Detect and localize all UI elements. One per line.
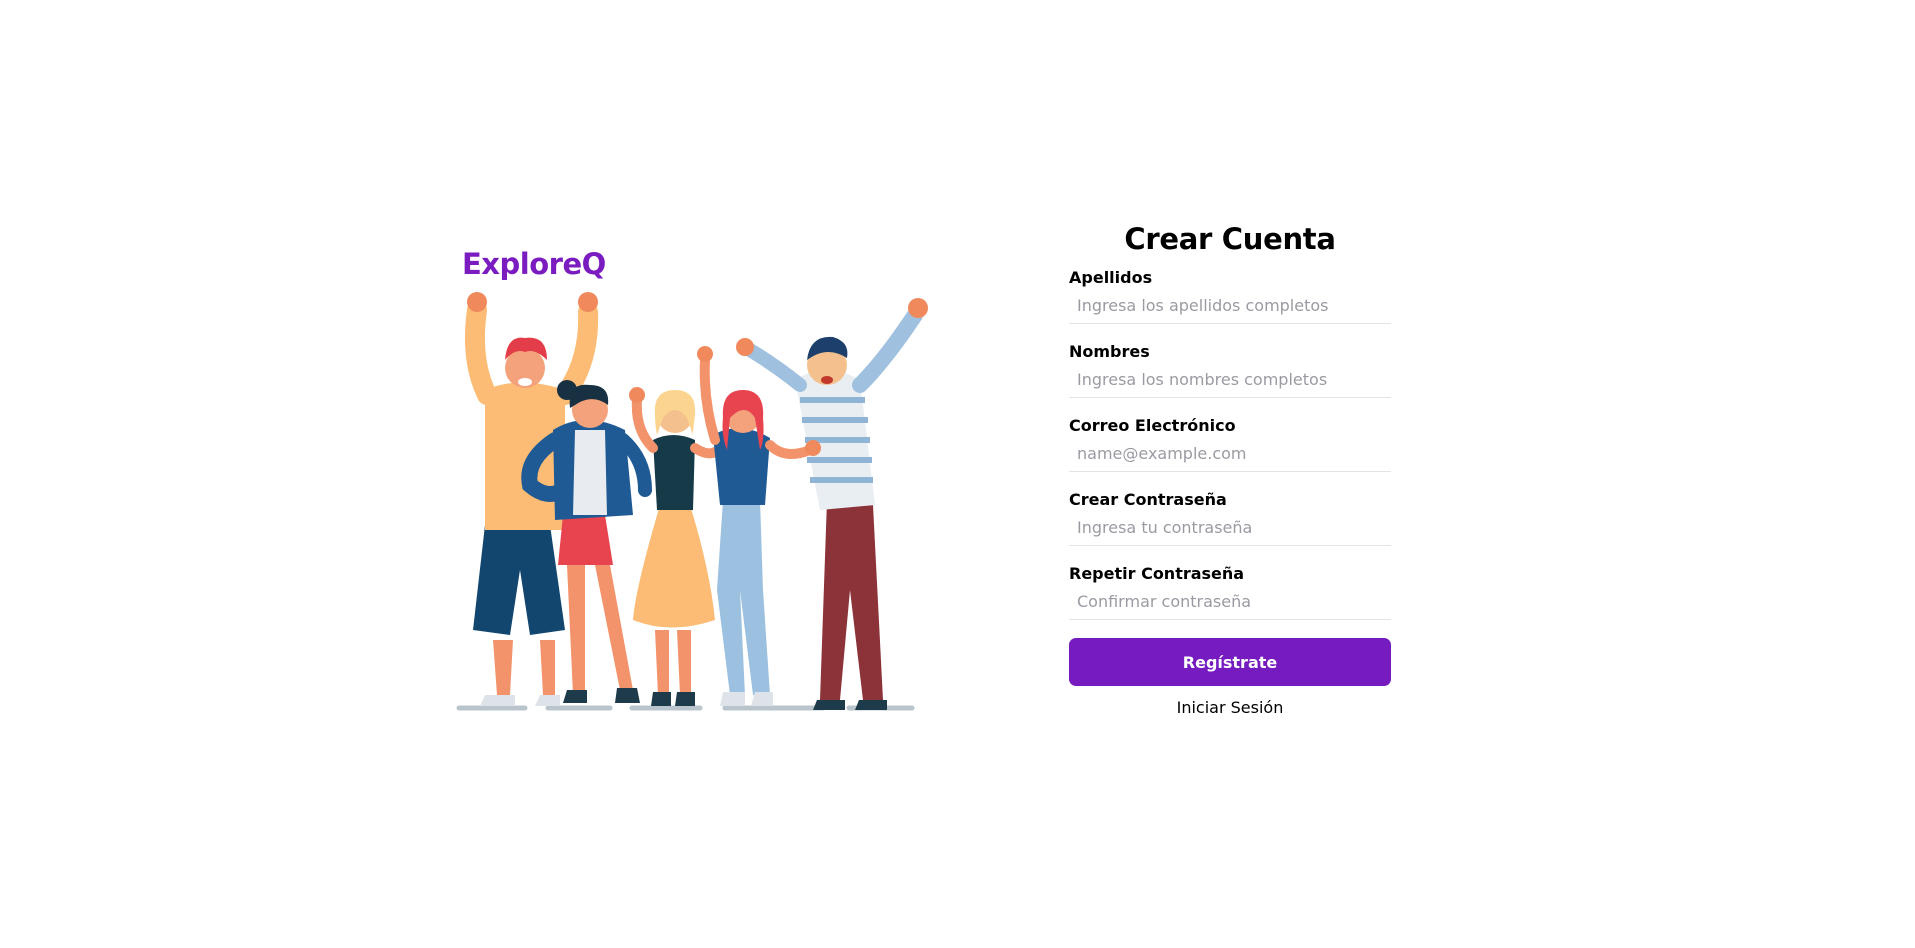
confirm-password-input[interactable] bbox=[1069, 589, 1391, 620]
form-title: Crear Cuenta bbox=[1124, 222, 1336, 256]
confirm-password-field-group: Repetir Contraseña bbox=[1069, 564, 1391, 620]
first-name-field-group: Nombres bbox=[1069, 342, 1391, 398]
email-input[interactable] bbox=[1069, 441, 1391, 472]
signup-page: ExploreQ Crear Cuenta Apellidos Ingresa … bbox=[0, 0, 1915, 948]
login-link[interactable]: Iniciar Sesión bbox=[1069, 698, 1391, 717]
first-name-input[interactable] bbox=[1069, 367, 1391, 398]
group-of-friends-waving-illustration bbox=[456, 292, 928, 711]
password-label: Crear Contraseña bbox=[1069, 490, 1227, 509]
password-input[interactable] bbox=[1069, 515, 1391, 546]
signup-form: Crear Cuenta Apellidos Nombres Correo El… bbox=[1069, 222, 1391, 717]
confirm-password-label: Repetir Contraseña bbox=[1069, 564, 1245, 583]
last-name-label: Apellidos bbox=[1069, 268, 1153, 287]
register-button[interactable]: Regístrate bbox=[1069, 638, 1391, 686]
password-field-group: Crear Contraseña bbox=[1069, 490, 1391, 546]
last-name-field-group: Apellidos bbox=[1069, 268, 1391, 324]
first-name-label: Nombres bbox=[1069, 342, 1150, 361]
email-label: Correo Electrónico bbox=[1069, 416, 1236, 435]
email-field-group: Correo Electrónico bbox=[1069, 416, 1391, 472]
brand-logo: ExploreQ bbox=[462, 247, 606, 281]
last-name-input[interactable] bbox=[1069, 293, 1391, 324]
